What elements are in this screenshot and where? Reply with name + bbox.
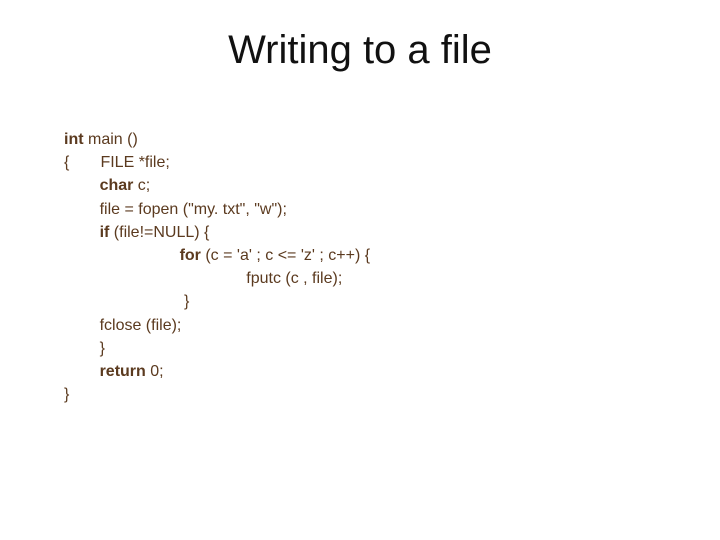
code-text: file = fopen ("my. txt", "w"); <box>64 201 287 218</box>
code-text: { FILE *file; <box>64 154 170 171</box>
code-text: main () <box>84 131 138 148</box>
code-block: int main () { FILE *file; char c; file =… <box>64 128 370 406</box>
kw-if: if <box>100 224 110 241</box>
code-text: (file!=NULL) { <box>109 224 209 241</box>
code-text: } <box>64 293 189 310</box>
kw-return: return <box>100 363 146 380</box>
kw-int: int <box>64 131 84 148</box>
code-text: 0; <box>146 363 164 380</box>
slide-title: Writing to a file <box>0 0 720 73</box>
code-text: } <box>64 340 105 357</box>
code-text: fputc (c , file); <box>64 270 342 287</box>
code-text: } <box>64 386 69 403</box>
kw-for: for <box>180 247 201 264</box>
code-text: fclose (file); <box>64 317 181 334</box>
code-text <box>64 247 180 264</box>
code-text <box>64 224 100 241</box>
code-text: c; <box>133 177 150 194</box>
slide: Writing to a file int main () { FILE *fi… <box>0 0 720 540</box>
kw-char: char <box>100 177 134 194</box>
code-text <box>64 363 100 380</box>
code-text <box>64 177 100 194</box>
code-text: (c = 'a' ; c <= 'z' ; c++) { <box>201 247 370 264</box>
